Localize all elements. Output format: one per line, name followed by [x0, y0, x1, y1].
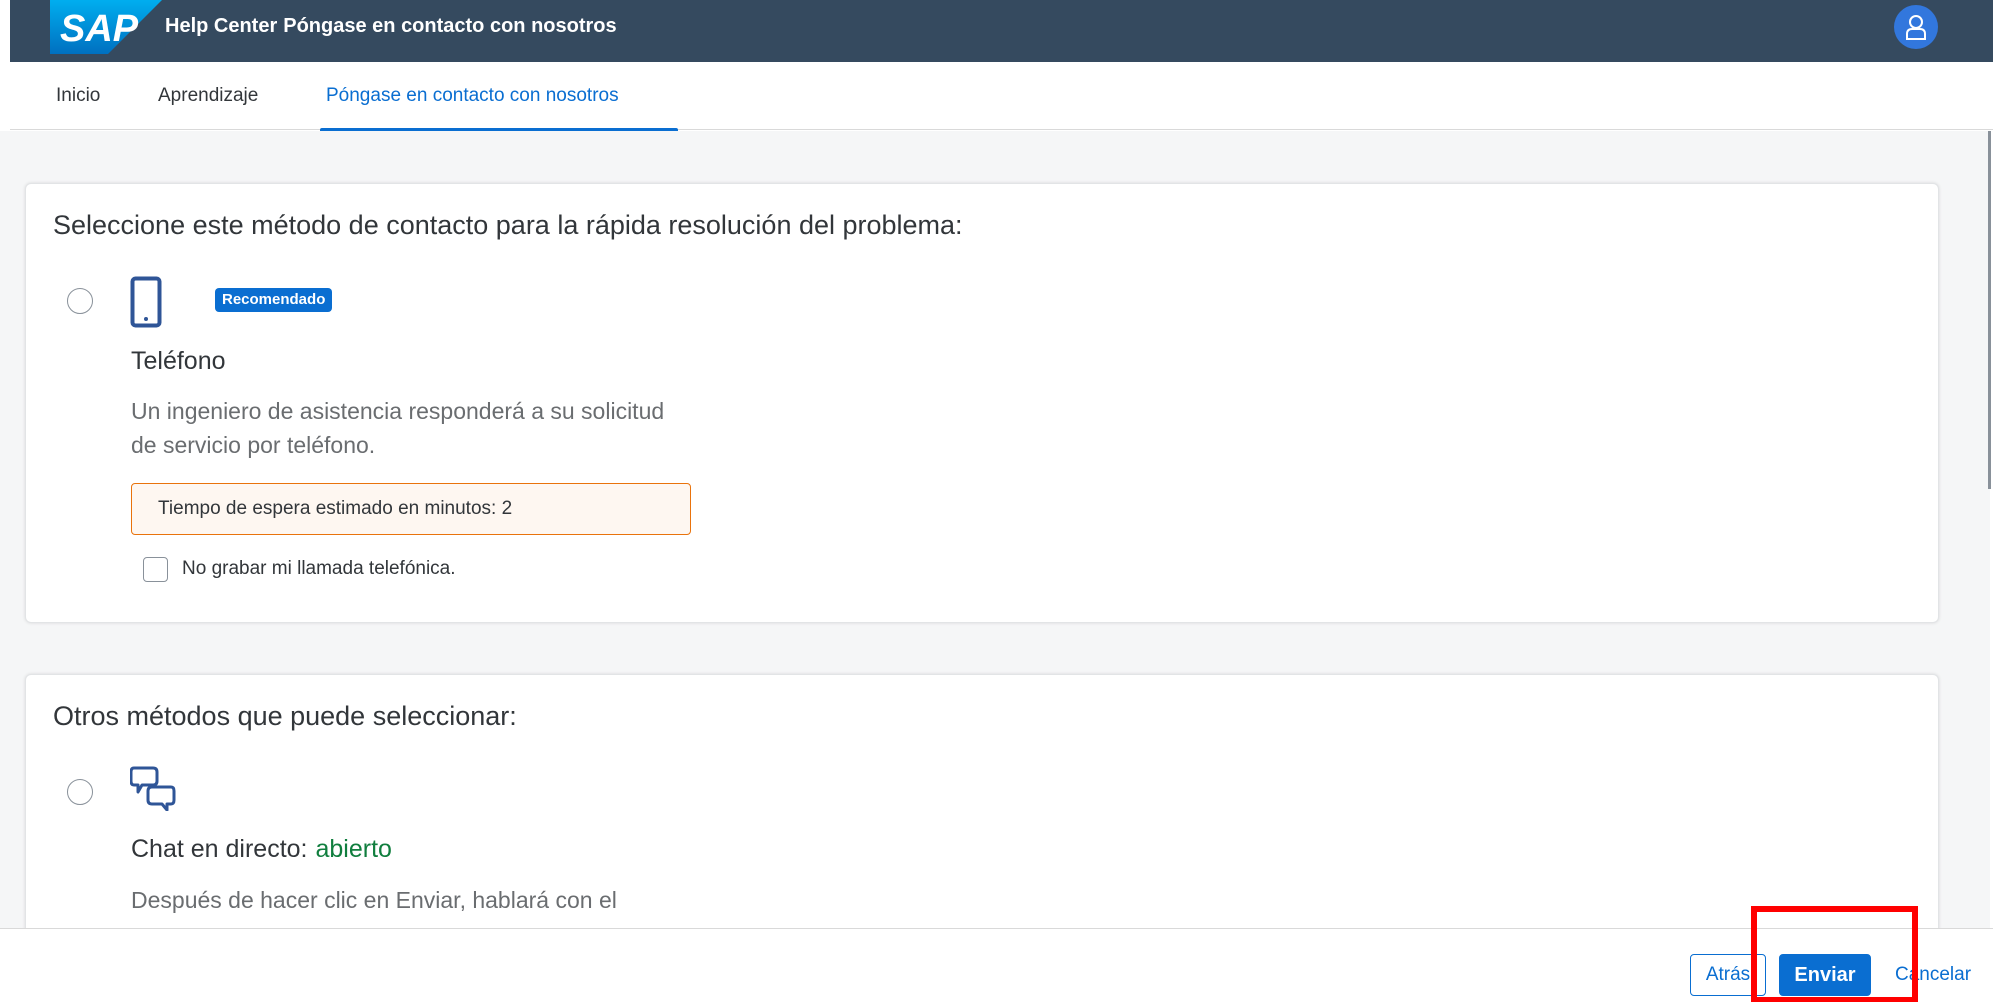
no-record-label[interactable]: No grabar mi llamada telefónica. [182, 558, 456, 580]
no-record-checkbox[interactable] [143, 557, 168, 582]
recommended-method-card: Seleccione este método de contacto para … [25, 183, 1939, 623]
tab-aprendizaje[interactable]: Aprendizaje [158, 85, 258, 107]
tab-contact-us[interactable]: Póngase en contacto con nosotros [326, 85, 619, 107]
phone-icon [130, 276, 162, 328]
main-content[interactable]: Seleccione este método de contacto para … [0, 131, 1990, 928]
shell-title: Help Center Póngase en contacto con nosot… [165, 15, 623, 38]
tab-bar: Inicio Aprendizaje Póngase en contacto c… [10, 62, 1993, 132]
other-methods-card: Otros métodos que puede seleccionar: Cha… [25, 674, 1939, 928]
user-icon [1906, 15, 1926, 40]
phone-method-radio[interactable] [67, 288, 93, 314]
svg-text:SAP: SAP [60, 8, 139, 50]
submit-button[interactable]: Enviar [1779, 954, 1871, 996]
chat-method-description: Después de hacer clic en Enviar, hablará… [131, 887, 617, 913]
back-button[interactable]: Atrás [1690, 954, 1766, 996]
wait-time-message: Tiempo de espera estimado en minutos: 2 [131, 483, 691, 535]
chat-method-title: Chat en directo: abierto [131, 835, 392, 864]
shell-bar: SAP Help Center Póngase en contacto con n… [10, 0, 1993, 62]
phone-method-description: Un ingeniero de asistencia responderá a … [131, 398, 665, 458]
chat-method-radio[interactable] [67, 779, 93, 805]
shell-page-title: Póngase en contacto con nosotros [283, 15, 617, 37]
tab-inicio[interactable]: Inicio [56, 85, 100, 107]
phone-method-title: Teléfono [131, 347, 226, 375]
app-title: Help Center [165, 15, 278, 37]
chat-method-label: Chat en directo: [131, 835, 308, 863]
user-avatar-button[interactable] [1894, 5, 1938, 49]
recommended-section-heading: Seleccione este método de contacto para … [53, 210, 963, 240]
chat-bubbles-icon [130, 766, 176, 811]
sap-logo[interactable]: SAP [50, 0, 162, 54]
chat-status: abierto [315, 835, 392, 863]
cancel-button[interactable]: Cancelar [1892, 954, 1992, 996]
footer-toolbar: Atrás Enviar Cancelar [0, 928, 1993, 1002]
other-methods-heading: Otros métodos que puede seleccionar: [53, 701, 517, 731]
recommended-badge: Recomendado [215, 288, 333, 312]
scrollbar-thumb[interactable] [1988, 131, 1991, 489]
